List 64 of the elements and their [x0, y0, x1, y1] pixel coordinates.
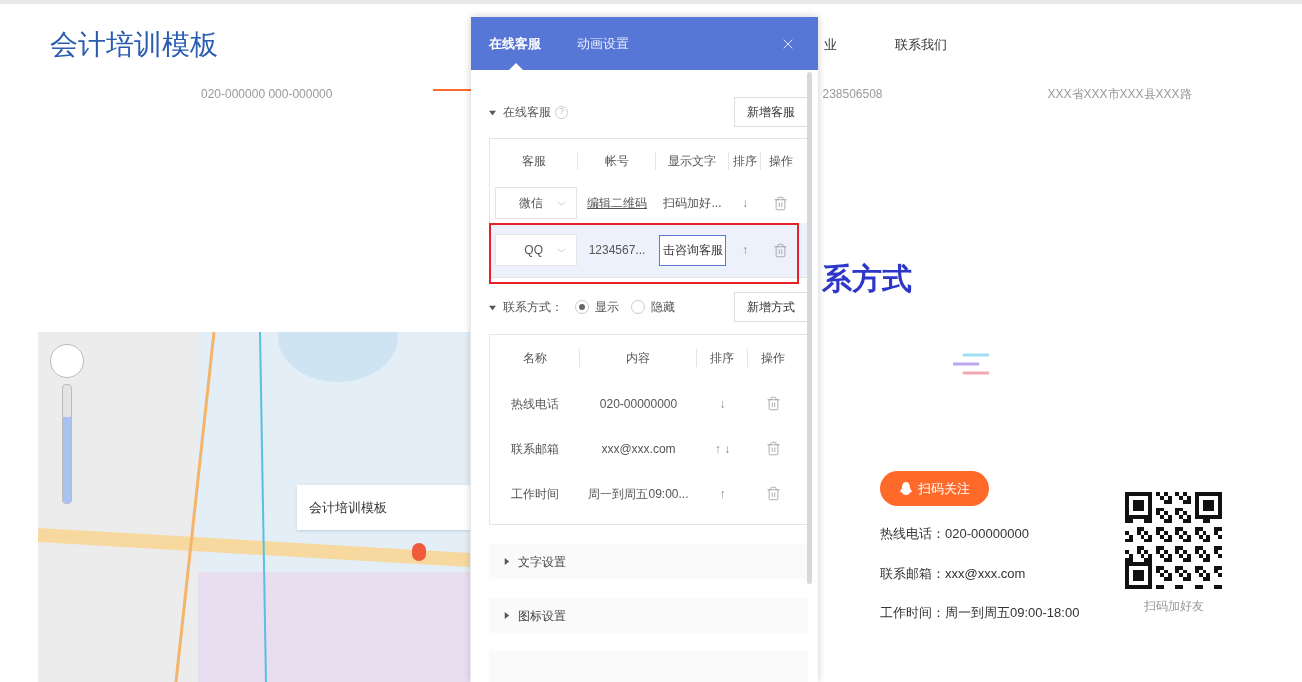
- section-heading: 联系方式：: [503, 299, 563, 316]
- column-header: 帐号: [578, 152, 656, 170]
- panel-tab[interactable]: 动画设置: [577, 17, 629, 70]
- contact-name: 工作时间: [510, 485, 560, 503]
- add-service-button[interactable]: 新增客服: [734, 97, 808, 127]
- account-text: 1234567...: [588, 242, 646, 259]
- scrollbar[interactable]: [807, 72, 812, 584]
- column-header: 名称: [490, 349, 580, 367]
- sort-arrow[interactable]: ↓: [719, 394, 726, 413]
- contact-name: 联系邮箱: [510, 440, 560, 458]
- contact-line: 热线电话：020-00000000: [880, 525, 1030, 543]
- section-title: 系方式: [822, 261, 913, 297]
- caret-icon: [503, 612, 510, 619]
- edit-qr-link[interactable]: 编辑二维码: [587, 194, 647, 212]
- sort-arrow[interactable]: ↑: [719, 484, 726, 503]
- add-contact-button[interactable]: 新增方式: [734, 292, 808, 322]
- info-text: XXX省XXX市XXX县XXX路: [1047, 88, 1192, 100]
- radio-label: 显示: [595, 299, 619, 316]
- tab-pointer: [509, 63, 523, 70]
- contact-line: 联系邮箱：xxx@xxx.com: [880, 564, 1027, 583]
- map[interactable]: 会计培训模板: [38, 332, 470, 682]
- collapsible-section[interactable]: 图标设置: [489, 598, 808, 633]
- service-select[interactable]: 微信: [495, 187, 577, 219]
- map-pin-icon: [412, 543, 426, 561]
- map-popup: 会计培训模板: [297, 485, 470, 530]
- trash-icon[interactable]: [765, 441, 781, 456]
- column-header: 操作: [767, 153, 794, 170]
- service-select[interactable]: QQ: [495, 234, 577, 266]
- contact-content: xxx@xxx.com: [600, 440, 677, 458]
- section-heading: 在线客服: [503, 104, 551, 121]
- info-text: 020-000000 000-000000: [201, 88, 333, 100]
- info-text: 238506508: [822, 88, 883, 100]
- trash-icon[interactable]: [773, 195, 788, 211]
- column-header: 操作: [760, 350, 786, 367]
- contact-line: 工作时间：周一到周五09:00-18:00: [880, 604, 1081, 622]
- caret-icon: [489, 303, 496, 311]
- trash-icon[interactable]: [773, 242, 788, 258]
- nav-link[interactable]: 业: [824, 35, 837, 55]
- panel-tab[interactable]: 在线客服: [489, 17, 541, 70]
- contact-name: 热线电话: [510, 395, 560, 413]
- trash-icon[interactable]: [765, 486, 781, 501]
- column-header: 排序: [697, 349, 748, 367]
- site-logo[interactable]: 会计培训模板: [50, 24, 218, 66]
- contact-content: 020-00000000: [598, 395, 679, 413]
- sort-arrow[interactable]: ↓: [742, 194, 748, 212]
- radio-label: 隐藏: [651, 299, 675, 316]
- display-text: 扫码加好...: [663, 195, 722, 212]
- caret-icon: [489, 108, 496, 116]
- display-text-input[interactable]: 击咨询客服: [659, 234, 726, 266]
- nav-link[interactable]: 联系我们: [895, 35, 947, 55]
- column-header: 内容: [580, 349, 697, 367]
- active-nav-underline: [433, 89, 473, 91]
- collapsible-section[interactable]: 文字设置: [489, 544, 808, 579]
- penguin-icon: [899, 481, 912, 496]
- column-header: 排序: [729, 152, 761, 170]
- decoration-icon: [953, 353, 989, 375]
- column-header: 客服: [490, 152, 578, 170]
- sort-arrow[interactable]: ↑ ↓: [714, 439, 731, 458]
- contact-content: 周一到周五09:00...: [587, 485, 690, 503]
- zoom-slider-track[interactable]: [62, 384, 72, 504]
- trash-icon[interactable]: [765, 396, 781, 411]
- column-header: 显示文字: [656, 152, 729, 170]
- caret-icon: [503, 558, 510, 565]
- qr-caption: 扫码加好友: [1143, 598, 1204, 615]
